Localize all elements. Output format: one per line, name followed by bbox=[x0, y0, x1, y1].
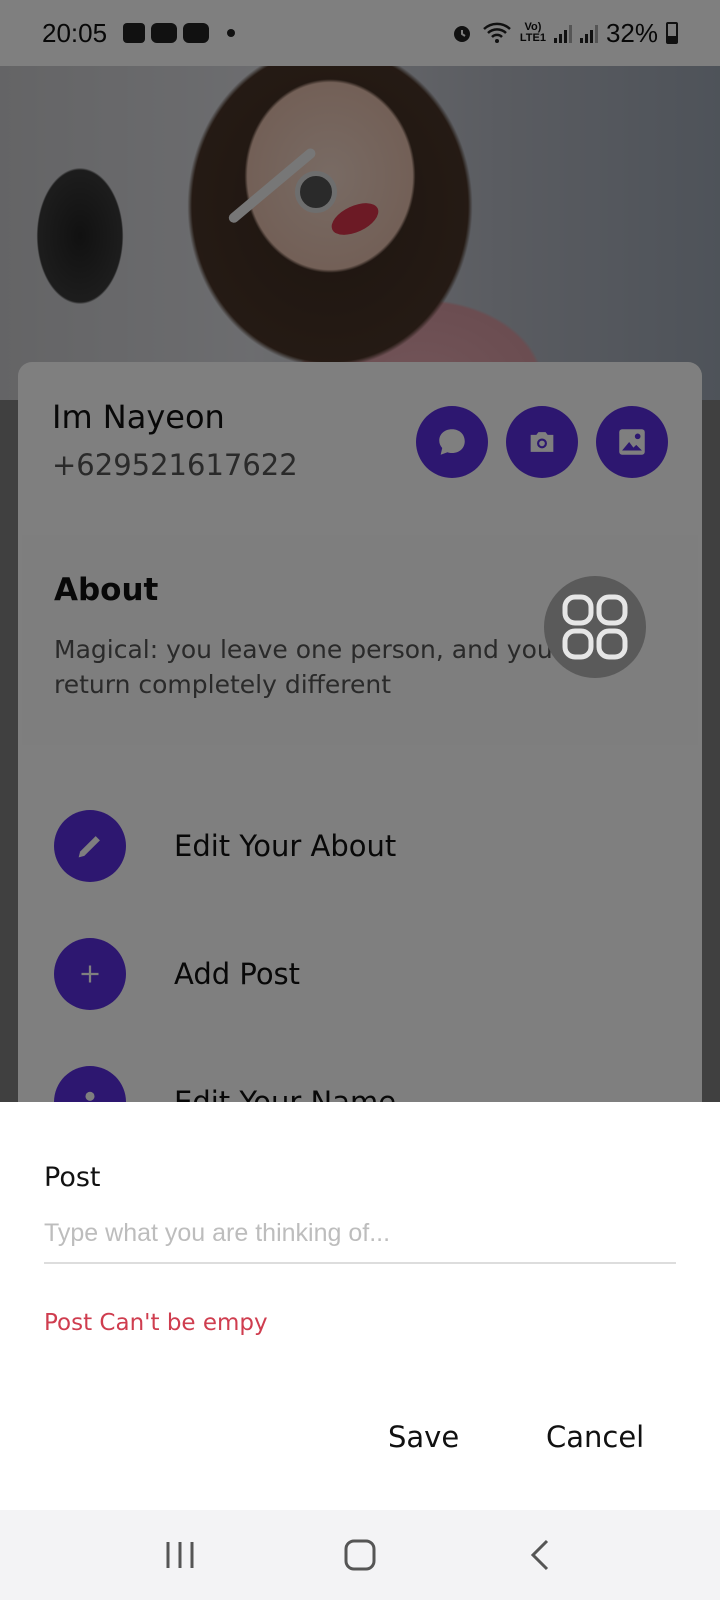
cancel-button[interactable]: Cancel bbox=[546, 1420, 644, 1454]
back-button[interactable] bbox=[500, 1525, 580, 1585]
post-input[interactable] bbox=[44, 1204, 676, 1264]
recent-apps-button[interactable] bbox=[140, 1525, 220, 1585]
sheet-title: Post bbox=[44, 1162, 101, 1193]
home-button[interactable] bbox=[320, 1525, 400, 1585]
add-post-sheet: Post Post Can't be empy Save Cancel bbox=[0, 1102, 720, 1510]
grid-icon bbox=[562, 594, 628, 660]
floating-grid-button[interactable] bbox=[544, 576, 646, 678]
post-error-message: Post Can't be empy bbox=[44, 1310, 268, 1336]
recent-apps-icon bbox=[166, 1542, 194, 1568]
system-nav-bar bbox=[0, 1510, 720, 1600]
back-icon bbox=[530, 1539, 549, 1571]
modal-scrim[interactable] bbox=[0, 0, 720, 1102]
save-button[interactable]: Save bbox=[388, 1420, 459, 1454]
home-icon bbox=[344, 1539, 376, 1571]
